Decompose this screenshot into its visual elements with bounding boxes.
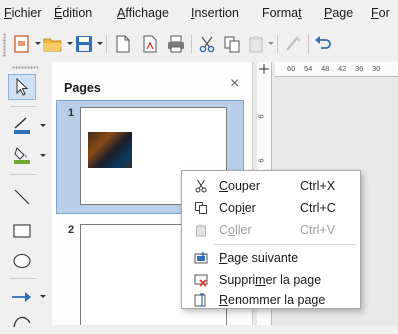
menu-item-label: Coller <box>219 223 252 237</box>
fill-color-icon[interactable] <box>8 142 36 168</box>
arrow-dropdown-icon[interactable] <box>40 295 46 298</box>
toolbar-separator <box>191 35 192 53</box>
copy-icon[interactable] <box>222 32 242 56</box>
context-menu: Couper Ctrl+X Copier Ctrl+C Coller Ctrl+… <box>181 170 361 309</box>
menu-item-renommer-la-page[interactable]: Renommer la page <box>182 289 360 311</box>
ruler-tick-label: 54 <box>304 64 313 73</box>
export-icon[interactable] <box>113 32 133 56</box>
menu-item-page-suivante[interactable]: Page suivante <box>182 247 360 269</box>
drawing-toolbar <box>0 62 50 328</box>
ruler-tick-label: 60 <box>287 64 296 73</box>
toolbar-separator <box>106 35 107 53</box>
new-document-icon[interactable] <box>12 32 32 56</box>
paste-icon <box>194 223 208 237</box>
menu-item-label: Copier <box>219 201 256 215</box>
menu-fichier[interactable]: Fichier <box>4 6 42 20</box>
fill-color-dropdown-icon[interactable] <box>40 154 46 157</box>
menu-item-couper[interactable]: Couper Ctrl+X <box>182 175 360 197</box>
menu-item-label: Page suivante <box>219 251 299 265</box>
toolbar-separator <box>277 35 278 53</box>
menu-item-label: Renommer la page <box>219 293 326 307</box>
horizontal-ruler[interactable]: 60 54 48 42 36 30 <box>275 62 398 77</box>
ruler-tick-label: 6 <box>256 158 266 163</box>
new-page-icon <box>194 251 208 265</box>
scissors-icon <box>194 179 208 193</box>
arrow-line-tool-icon[interactable] <box>8 284 36 310</box>
ruler-corner <box>257 62 272 77</box>
menu-bar: Fichier Édition Affichage Insertion Form… <box>0 0 398 26</box>
paste-dropdown-icon[interactable] <box>268 42 274 45</box>
paste-icon[interactable] <box>246 32 266 56</box>
ruler-tick-label: 30 <box>372 64 381 73</box>
print-icon[interactable] <box>166 32 186 56</box>
close-icon[interactable]: × <box>230 75 239 93</box>
rectangle-tool-icon[interactable] <box>8 218 36 244</box>
copy-icon <box>194 201 208 215</box>
new-dropdown-icon[interactable] <box>35 42 41 45</box>
menu-item-supprimer-la-page[interactable]: Supprimer la page <box>182 269 360 291</box>
rename-page-icon <box>194 293 208 307</box>
menu-format[interactable]: Format <box>262 6 302 20</box>
ellipse-tool-icon[interactable] <box>8 248 36 274</box>
delete-page-icon <box>194 273 208 287</box>
line-tool-icon[interactable] <box>8 184 36 210</box>
save-icon[interactable] <box>74 32 94 56</box>
menu-item-copier[interactable]: Copier Ctrl+C <box>182 197 360 219</box>
menu-item-shortcut: Ctrl+C <box>300 201 336 215</box>
menu-item-label: Supprimer la page <box>219 273 322 287</box>
menu-separator <box>214 244 356 245</box>
toolbar-separator <box>10 278 36 279</box>
toolbar-grip[interactable] <box>12 66 38 69</box>
select-tool-icon[interactable] <box>8 74 36 100</box>
standard-toolbar <box>0 26 398 62</box>
undo-icon[interactable] <box>313 32 333 56</box>
slide-number: 1 <box>68 107 75 119</box>
open-folder-icon[interactable] <box>42 32 64 56</box>
cut-icon[interactable] <box>197 32 217 56</box>
open-dropdown-icon[interactable] <box>67 42 73 45</box>
line-color-icon[interactable] <box>8 112 36 138</box>
ruler-tick-label: 42 <box>338 64 347 73</box>
toolbar-separator <box>10 174 36 175</box>
toolbar-separator <box>10 106 36 107</box>
menu-insertion[interactable]: Insertion <box>191 6 239 20</box>
menu-item-coller[interactable]: Coller Ctrl+V <box>182 219 360 241</box>
save-dropdown-icon[interactable] <box>97 42 103 45</box>
toolbar-separator <box>308 35 309 53</box>
ruler-tick-label: 36 <box>355 64 364 73</box>
curve-tool-icon[interactable] <box>8 308 36 334</box>
menu-item-shortcut: Ctrl+X <box>300 179 336 193</box>
menu-item-shortcut: Ctrl+V <box>300 223 336 237</box>
slide-number: 2 <box>68 224 75 236</box>
toolbar-grip[interactable] <box>3 33 6 57</box>
slide-image-thumbnail <box>88 132 132 168</box>
menu-item-label: Couper <box>219 179 261 193</box>
export-pdf-icon[interactable] <box>140 32 160 56</box>
clone-formatting-icon[interactable] <box>283 32 303 56</box>
menu-edition[interactable]: Édition <box>54 6 92 20</box>
menu-page[interactable]: Page <box>324 6 353 20</box>
menu-affichage[interactable]: Affichage <box>117 6 169 20</box>
pages-panel-title: Pages <box>64 81 101 95</box>
line-color-dropdown-icon[interactable] <box>40 124 46 127</box>
ruler-tick-label: 6 <box>256 114 266 119</box>
menu-forme[interactable]: For <box>371 6 390 20</box>
ruler-tick-label: 48 <box>321 64 330 73</box>
